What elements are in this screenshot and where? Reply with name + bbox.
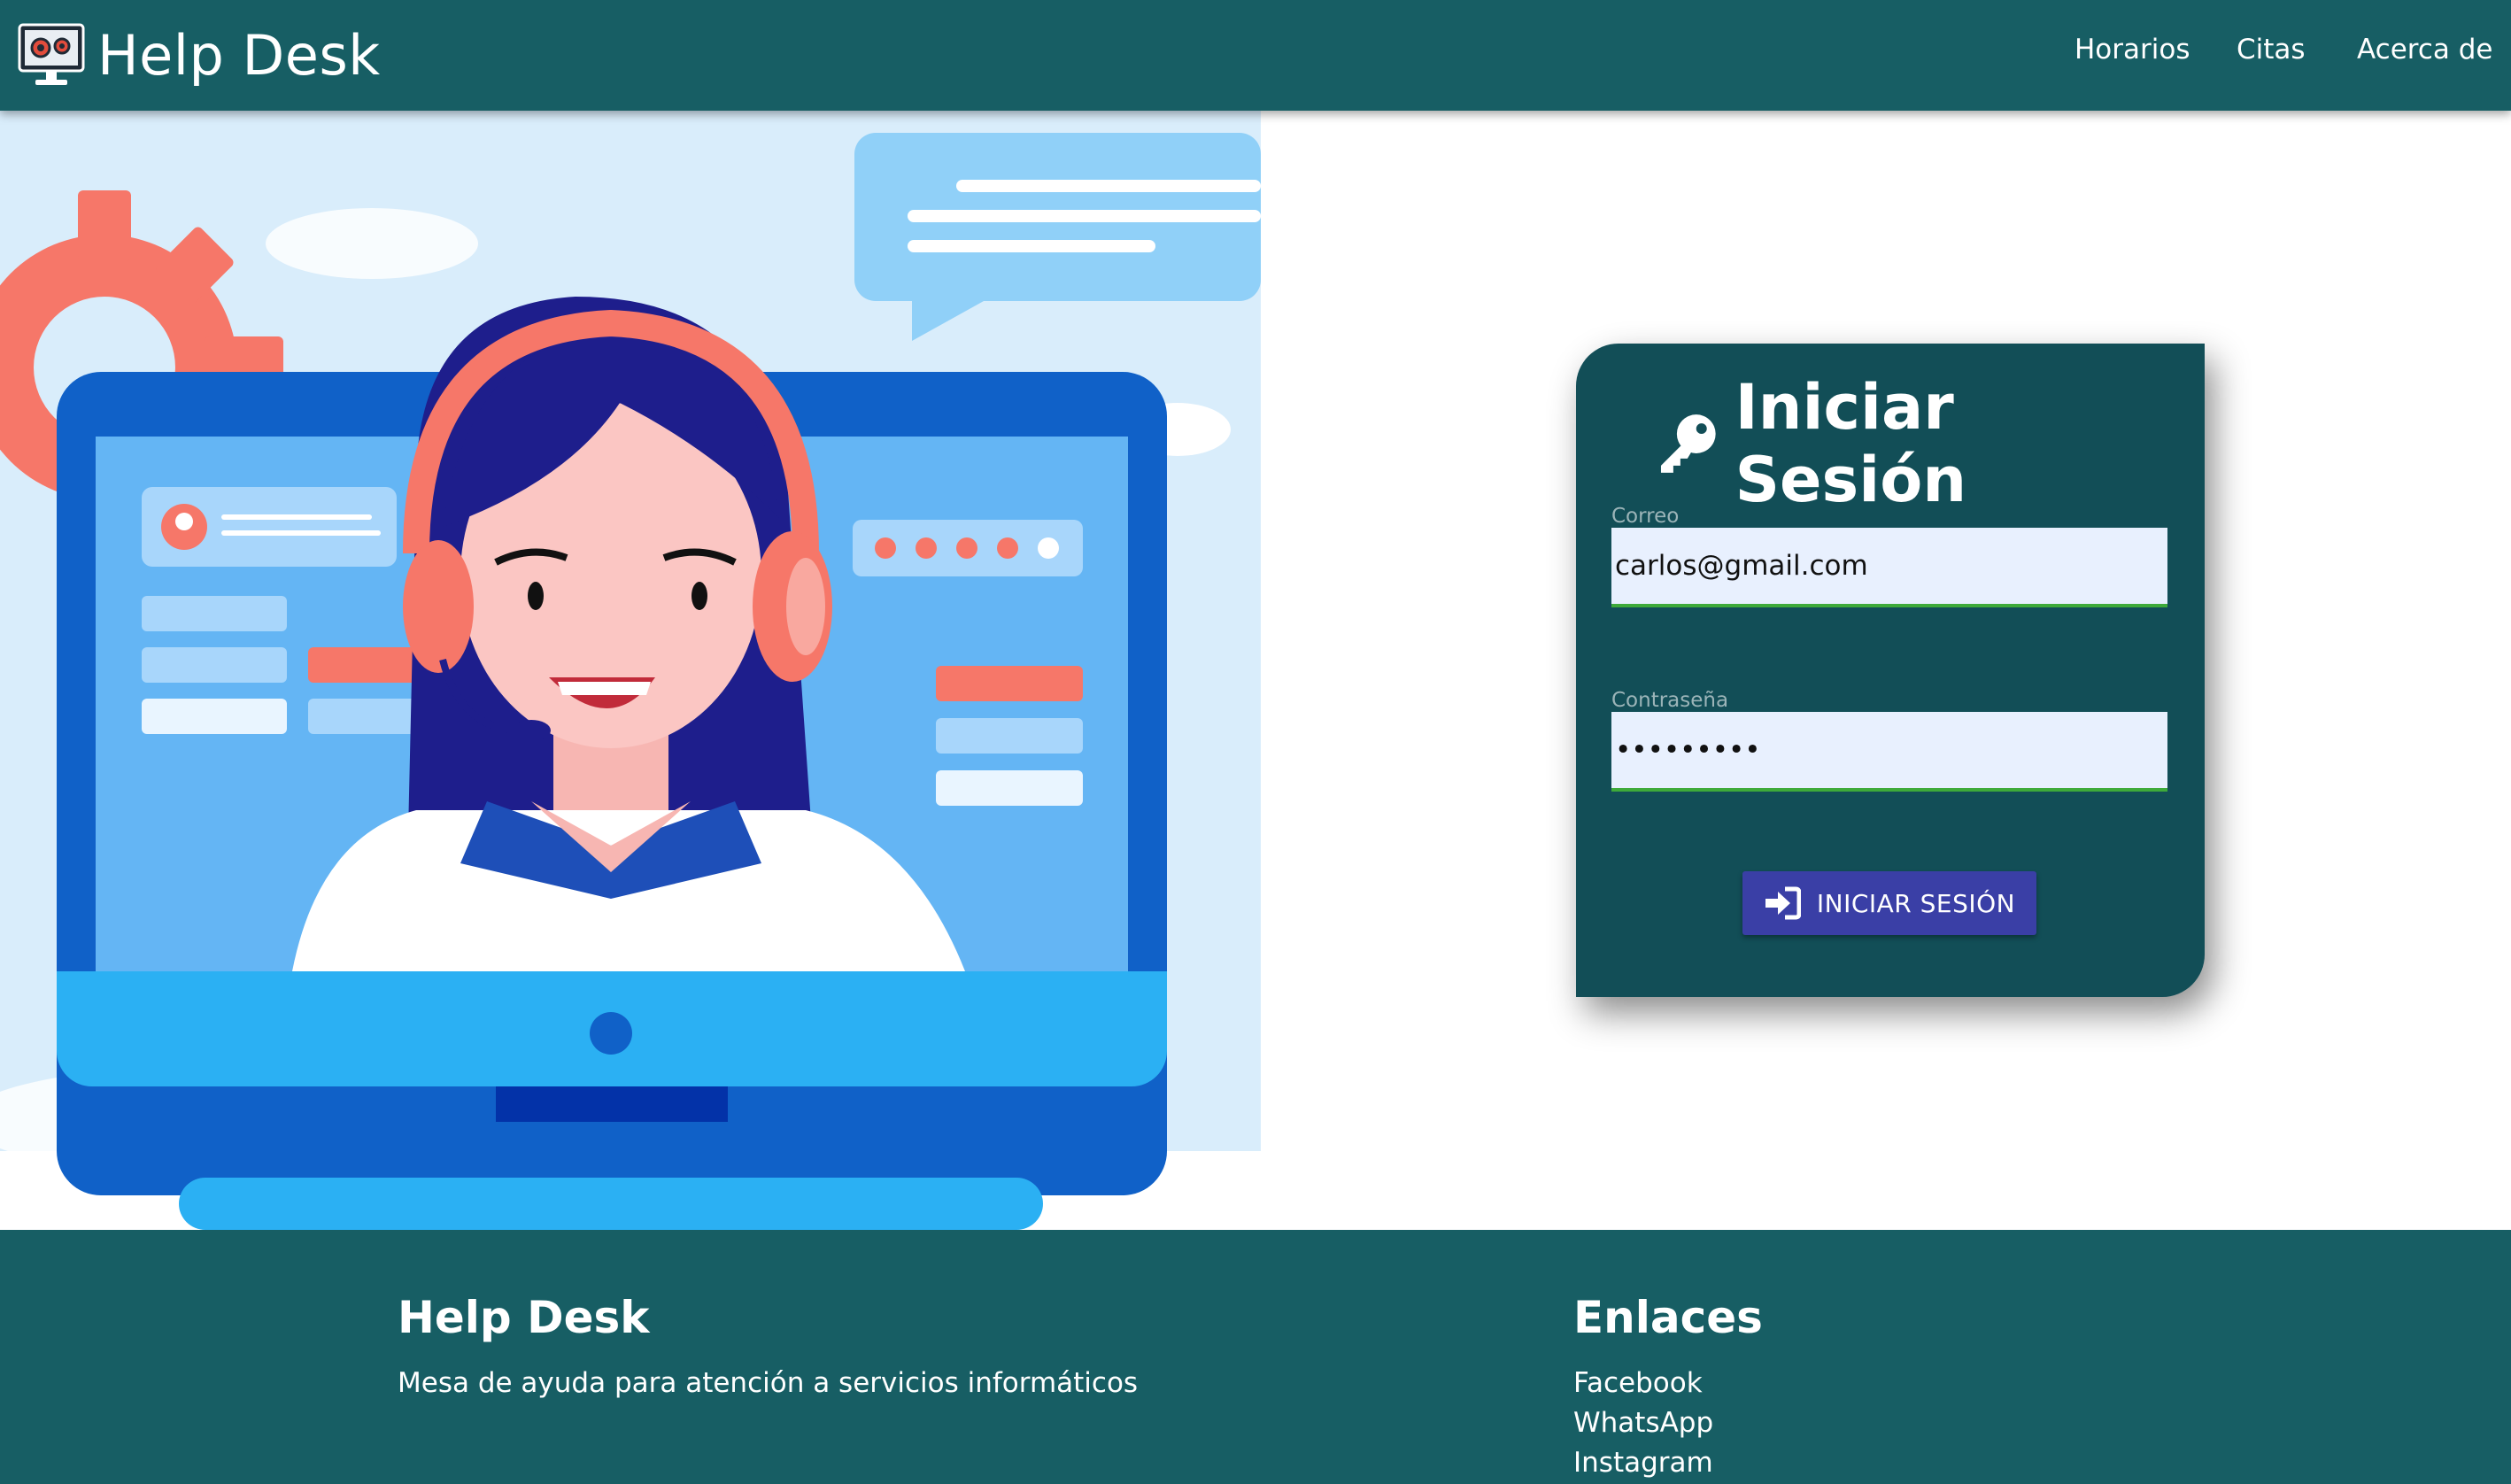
nav-link-acerca-de[interactable]: Acerca de	[2357, 34, 2493, 66]
nav-link-horarios[interactable]: Horarios	[2074, 34, 2190, 66]
nav-link-citas[interactable]: Citas	[2237, 34, 2306, 66]
footer-link-whatsapp[interactable]: WhatsApp	[1573, 1407, 1713, 1439]
email-field[interactable]	[1611, 528, 2167, 607]
navbar: Help Desk Horarios Citas Acerca de	[0, 0, 2511, 111]
sign-in-icon	[1765, 886, 1801, 920]
email-label: Correo	[1611, 505, 1680, 528]
login-button[interactable]: INICIAR SESIÓN	[1742, 871, 2036, 935]
monitor-gears-icon	[18, 23, 85, 85]
login-button-label: INICIAR SESIÓN	[1816, 888, 2016, 918]
login-card: Iniciar Sesión Correo Contraseña INICIAR…	[1576, 344, 2205, 997]
brand-link[interactable]: Help Desk	[16, 18, 381, 92]
login-title: Iniciar Sesión	[1654, 371, 2205, 516]
footer-link-instagram[interactable]: Instagram	[1573, 1447, 1713, 1479]
password-field[interactable]	[1611, 712, 2167, 792]
support-agent-illustration	[0, 111, 1261, 1230]
footer-description: Mesa de ayuda para atención a servicios …	[398, 1367, 1139, 1399]
footer-links-title: Enlaces	[1573, 1292, 1763, 1343]
key-icon	[1660, 414, 1716, 473]
login-title-text: Iniciar Sesión	[1735, 371, 1967, 516]
brand-title: Help Desk	[97, 22, 381, 88]
footer: Help Desk Mesa de ayuda para atención a …	[0, 1230, 2511, 1484]
footer-link-facebook[interactable]: Facebook	[1573, 1367, 1703, 1399]
password-label: Contraseña	[1611, 689, 1729, 712]
footer-brand-title: Help Desk	[398, 1292, 650, 1343]
